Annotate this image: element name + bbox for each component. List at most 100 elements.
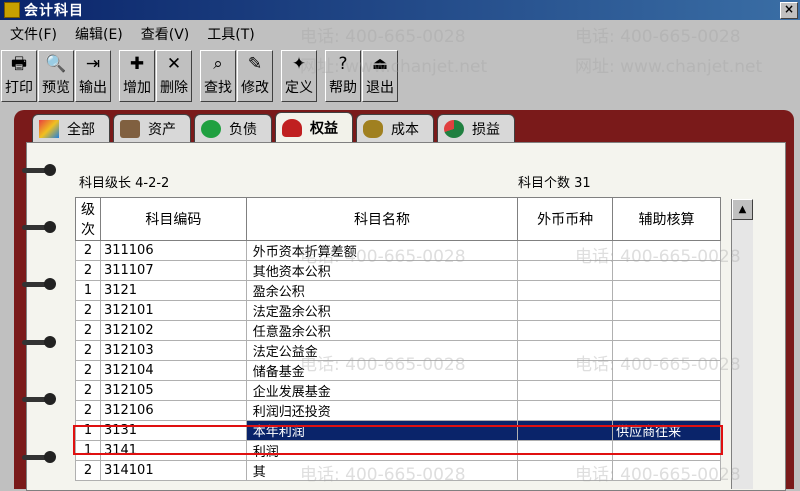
cell-aux[interactable] [612, 260, 721, 281]
cell-currency[interactable] [517, 380, 614, 401]
header-code[interactable]: 科目编码 [99, 197, 247, 241]
binder-ring [22, 278, 58, 292]
profit-loss-icon [444, 119, 464, 138]
cell-level[interactable]: 2 [75, 300, 101, 321]
header-aux[interactable]: 辅助核算 [612, 197, 721, 241]
cost-icon [363, 119, 383, 138]
cell-name[interactable]: 利润归还投资 [245, 400, 519, 421]
cell-level[interactable]: 2 [75, 400, 101, 421]
header-currency[interactable]: 外币币种 [517, 197, 614, 241]
printer-icon: 🖶 [10, 54, 28, 74]
cell-aux[interactable] [612, 360, 721, 381]
binder-ring [22, 336, 58, 350]
tab-cost-label: 成本 [391, 121, 419, 138]
table-row[interactable]: 2 314101 其 [75, 460, 721, 481]
cell-code[interactable]: 311106 [99, 240, 247, 261]
cell-level[interactable]: 2 [75, 260, 101, 281]
cell-code[interactable]: 312103 [99, 340, 247, 361]
export-button[interactable]: ⇥ 输出 [75, 50, 111, 102]
cell-aux[interactable] [612, 240, 721, 261]
cell-aux[interactable] [612, 320, 721, 341]
cell-code[interactable]: 312102 [99, 320, 247, 341]
exit-button[interactable]: ⏏ 退出 [362, 50, 398, 102]
cell-currency[interactable] [517, 320, 614, 341]
cell-code[interactable]: 312106 [99, 400, 247, 421]
table-row[interactable]: 2 311106 外币资本折算差额 [75, 240, 721, 261]
title-bar: 会计科目 × [0, 0, 800, 20]
table-row[interactable]: 2 311107 其他资本公积 [75, 260, 721, 281]
table-row[interactable]: 2 312104 储备基金 [75, 360, 721, 381]
cell-aux[interactable] [612, 300, 721, 321]
table-row[interactable]: 2 312101 法定盈余公积 [75, 300, 721, 321]
header-level[interactable]: 级次 [75, 197, 101, 241]
cell-name[interactable]: 其他资本公积 [245, 260, 519, 281]
cell-name[interactable]: 任意盈余公积 [245, 320, 519, 341]
table-row[interactable]: 2 312105 企业发展基金 [75, 380, 721, 401]
cell-level[interactable]: 2 [75, 360, 101, 381]
tab-assets[interactable]: 资产 [113, 114, 191, 142]
find-label: 查找 [204, 80, 232, 96]
cell-currency[interactable] [517, 240, 614, 261]
cell-level[interactable]: 2 [75, 320, 101, 341]
cell-aux[interactable] [612, 280, 721, 301]
cell-aux[interactable] [612, 400, 721, 421]
cell-code[interactable]: 311107 [99, 260, 247, 281]
preview-button[interactable]: 🔍 预览 [38, 50, 74, 102]
tab-all[interactable]: 全部 [32, 114, 110, 142]
scroll-up-icon[interactable]: ▲ [732, 199, 753, 220]
cell-code[interactable]: 312105 [99, 380, 247, 401]
define-button[interactable]: ✦ 定义 [281, 50, 317, 102]
cell-currency[interactable] [517, 460, 614, 481]
cell-name[interactable]: 外币资本折算差额 [245, 240, 519, 261]
cell-level[interactable]: 2 [75, 240, 101, 261]
table-row[interactable]: 2 312102 任意盈余公积 [75, 320, 721, 341]
print-label: 打印 [5, 80, 33, 96]
cell-code[interactable]: 312101 [99, 300, 247, 321]
tab-liabilities-label: 负债 [229, 121, 257, 138]
tab-equity[interactable]: 权益 [275, 112, 353, 143]
tab-cost[interactable]: 成本 [356, 114, 434, 142]
vertical-scrollbar[interactable]: ▲ [731, 199, 753, 489]
table-row[interactable]: 2 312106 利润归还投资 [75, 400, 721, 421]
tab-profit-loss[interactable]: 损益 [437, 114, 515, 142]
cell-level[interactable]: 2 [75, 460, 101, 481]
cell-name[interactable]: 法定盈余公积 [245, 300, 519, 321]
cell-name[interactable]: 法定公益金 [245, 340, 519, 361]
cell-aux[interactable] [612, 380, 721, 401]
cell-currency[interactable] [517, 300, 614, 321]
cell-name[interactable]: 其 [245, 460, 519, 481]
find-button[interactable]: ⌕ 查找 [200, 50, 236, 102]
header-name[interactable]: 科目名称 [245, 197, 519, 241]
cell-level[interactable]: 1 [75, 280, 101, 301]
cell-currency[interactable] [517, 340, 614, 361]
table-row[interactable]: 1 3121 盈余公积 [75, 280, 721, 301]
cell-level[interactable]: 2 [75, 340, 101, 361]
tab-liabilities[interactable]: 负债 [194, 114, 272, 142]
cell-code[interactable]: 312104 [99, 360, 247, 381]
cell-currency[interactable] [517, 400, 614, 421]
menu-edit[interactable]: 编辑(E) [65, 24, 131, 44]
cell-code[interactable]: 3121 [99, 280, 247, 301]
menu-file[interactable]: 文件(F) [0, 24, 65, 44]
modify-button[interactable]: ✎ 修改 [237, 50, 273, 102]
cell-aux[interactable] [612, 460, 721, 481]
help-button[interactable]: ? 帮助 [325, 50, 361, 102]
cell-code[interactable]: 314101 [99, 460, 247, 481]
add-button[interactable]: ✚ 增加 [119, 50, 155, 102]
account-count-info: 科目个数 31 [518, 176, 591, 191]
table-row[interactable]: 2 312103 法定公益金 [75, 340, 721, 361]
cell-currency[interactable] [517, 280, 614, 301]
close-button[interactable]: × [780, 2, 798, 19]
cell-name[interactable]: 盈余公积 [245, 280, 519, 301]
menu-tools[interactable]: 工具(T) [197, 24, 262, 44]
add-label: 增加 [123, 80, 151, 96]
menu-view[interactable]: 查看(V) [131, 24, 198, 44]
delete-button[interactable]: ✕ 删除 [156, 50, 192, 102]
print-button[interactable]: 🖶 打印 [1, 50, 37, 102]
cell-currency[interactable] [517, 260, 614, 281]
cell-name[interactable]: 储备基金 [245, 360, 519, 381]
cell-currency[interactable] [517, 360, 614, 381]
cell-name[interactable]: 企业发展基金 [245, 380, 519, 401]
cell-aux[interactable] [612, 340, 721, 361]
cell-level[interactable]: 2 [75, 380, 101, 401]
